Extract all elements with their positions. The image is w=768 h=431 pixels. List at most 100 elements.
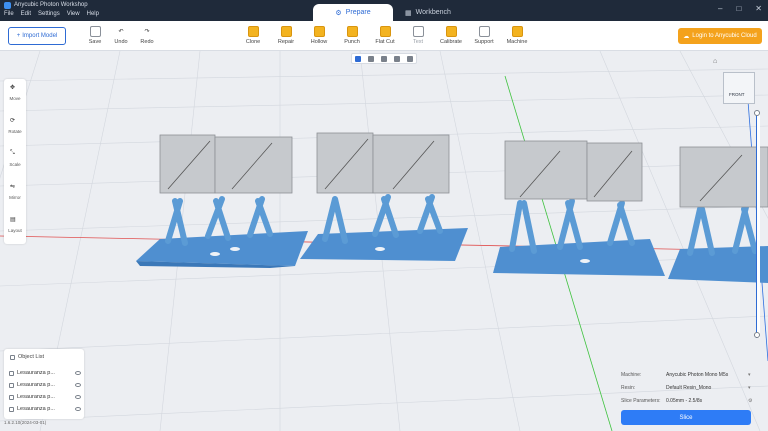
- eye-icon[interactable]: [75, 395, 81, 399]
- view-mode-toolbar: [351, 53, 417, 64]
- support-label: Support: [474, 39, 494, 45]
- login-label: Login to Anycubic Cloud: [692, 33, 757, 39]
- item-name: Lesauranza p...: [17, 406, 55, 412]
- flat-cut-button[interactable]: Flat Cut: [370, 23, 400, 49]
- item-checkbox[interactable]: [9, 382, 14, 388]
- mirror-icon: ⇋: [10, 184, 16, 190]
- machine-setting[interactable]: Machine: Anycubic Photon Mono M5s ▾: [621, 370, 753, 379]
- list-item[interactable]: Lesauranza p...: [9, 380, 81, 390]
- slice-params-value: 0.05mm - 2.5/8s: [666, 397, 703, 404]
- slice-params-setting[interactable]: Slice Parameters: 0.05mm - 2.5/8s ⚙: [621, 396, 753, 405]
- menu-file[interactable]: File: [4, 11, 14, 17]
- slider-top-handle[interactable]: [754, 110, 760, 116]
- scale-tool[interactable]: ⤡ Scale: [4, 147, 26, 173]
- save-label: Save: [88, 39, 102, 45]
- chevron-down-icon: ▾: [748, 372, 751, 378]
- item-name: Lesauranza p...: [17, 370, 55, 376]
- redo-button[interactable]: ↷ Redo: [132, 23, 162, 49]
- list-item[interactable]: Lesauranza p...: [9, 392, 81, 402]
- calibrate-icon: [445, 25, 457, 37]
- mirror-tool[interactable]: ⇋ Mirror: [4, 180, 26, 206]
- resin-setting-value: Default Resin_Mono: [666, 384, 712, 391]
- login-cloud-button[interactable]: ☁ Login to Anycubic Cloud: [678, 28, 762, 44]
- item-checkbox[interactable]: [9, 394, 14, 400]
- home-view-icon[interactable]: ⌂: [713, 58, 717, 65]
- machine-button[interactable]: Machine: [502, 23, 532, 49]
- tab-workbench[interactable]: ▦ Workbench: [393, 4, 463, 21]
- menu-help[interactable]: Help: [87, 11, 99, 17]
- slider-bottom-handle[interactable]: [754, 332, 760, 338]
- layout-icon: ▤: [10, 217, 16, 223]
- layer-slider[interactable]: [754, 110, 760, 338]
- import-model-button[interactable]: + Import Model: [8, 27, 66, 45]
- gear-icon[interactable]: ⚙: [748, 398, 753, 404]
- eye-icon[interactable]: [75, 371, 81, 375]
- repair-button[interactable]: Repair: [271, 23, 301, 49]
- status-text: 1.6.2.10(2024-03-01): [4, 420, 47, 425]
- app-logo-icon: [4, 2, 11, 9]
- shaded-view-icon[interactable]: [368, 55, 375, 62]
- wireframe-view-icon[interactable]: [380, 55, 387, 62]
- tab-prepare-label: Prepare: [345, 9, 371, 16]
- hollow-button[interactable]: Hollow: [304, 23, 334, 49]
- perspective-view-icon[interactable]: [355, 55, 362, 62]
- punch-button[interactable]: Punch: [337, 23, 367, 49]
- model-group-4: [668, 146, 768, 283]
- machine-setting-label: Machine:: [621, 371, 642, 378]
- select-all-checkbox[interactable]: [10, 354, 15, 360]
- eye-icon[interactable]: [75, 407, 81, 411]
- cloud-icon: ☁: [683, 33, 690, 40]
- section-view-icon[interactable]: [393, 55, 400, 62]
- view-cube[interactable]: ⌂ FRONT: [713, 58, 758, 108]
- tab-prepare[interactable]: ⚙ Prepare: [313, 4, 393, 21]
- settings-view-icon[interactable]: [406, 55, 413, 62]
- close-icon[interactable]: ✕: [755, 4, 762, 13]
- hollow-label: Hollow: [310, 39, 328, 45]
- clone-label: Clone: [245, 39, 261, 45]
- machine-setting-value: Anycubic Photon Mono M5s: [666, 371, 729, 378]
- text-icon: [412, 25, 424, 37]
- layout-tool[interactable]: ▤ Layout: [4, 213, 26, 239]
- clone-icon: [247, 25, 259, 37]
- gear-cube-icon: ⚙: [335, 9, 342, 17]
- print-settings-panel: Machine: Anycubic Photon Mono M5s ▾ Resi…: [617, 365, 755, 405]
- model-group-3: [493, 140, 665, 276]
- chevron-down-icon: ▾: [748, 385, 751, 391]
- resin-setting[interactable]: Resin: Default Resin_Mono ▾: [621, 383, 753, 392]
- flat-cut-label: Flat Cut: [375, 39, 395, 45]
- transform-toolbar: ✥ Move ⟳ Rotate ⤡ Scale ⇋ Mirror ▤ Layou…: [4, 79, 26, 244]
- list-item[interactable]: Lesauranza p...: [9, 368, 81, 378]
- object-list-panel: Object List Lesauranza p... Lesauranza p…: [4, 349, 84, 419]
- menu-settings[interactable]: Settings: [38, 11, 60, 17]
- item-checkbox[interactable]: [9, 370, 14, 376]
- undo-icon: ↶: [118, 28, 124, 35]
- cube-face-front[interactable]: FRONT: [723, 72, 755, 104]
- rotate-icon: ⟳: [10, 118, 16, 124]
- move-tool[interactable]: ✥ Move: [4, 81, 26, 107]
- item-checkbox[interactable]: [9, 406, 14, 412]
- calibrate-button[interactable]: Calibrate: [436, 23, 466, 49]
- clone-button[interactable]: Clone: [238, 23, 268, 49]
- menu-edit[interactable]: Edit: [21, 11, 31, 17]
- maximize-icon[interactable]: □: [736, 4, 741, 13]
- model-group-2: [300, 132, 468, 261]
- object-list-header[interactable]: Object List: [10, 354, 44, 360]
- scale-icon: ⤡: [10, 150, 15, 156]
- list-item[interactable]: Lesauranza p...: [9, 404, 81, 414]
- mirror-label: Mirror: [9, 195, 21, 200]
- object-list-title: Object List: [18, 354, 44, 360]
- eye-icon[interactable]: [75, 383, 81, 387]
- support-button[interactable]: Support: [469, 23, 499, 49]
- text-label: Text: [412, 39, 424, 45]
- hollow-icon: [313, 25, 325, 37]
- import-model-label: Import Model: [22, 33, 58, 39]
- slice-button[interactable]: Slice: [621, 410, 751, 425]
- plus-icon: +: [16, 33, 21, 39]
- minimize-icon[interactable]: –: [718, 4, 722, 13]
- text-button[interactable]: Text: [403, 23, 433, 49]
- model-group-1: [136, 134, 308, 268]
- menu-view[interactable]: View: [67, 11, 80, 17]
- layout-label: Layout: [8, 228, 22, 233]
- move-label: Move: [9, 96, 21, 101]
- rotate-tool[interactable]: ⟳ Rotate: [4, 114, 26, 140]
